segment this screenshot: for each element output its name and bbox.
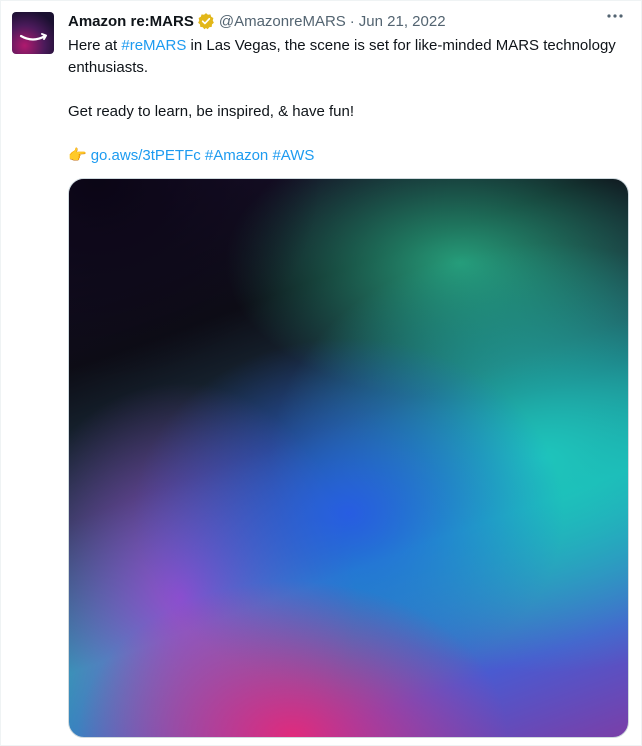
tweet-text: Here at #reMARS in Las Vegas, the scene … <box>68 35 628 167</box>
shortened-link[interactable]: go.aws/3tPETFc <box>91 147 201 164</box>
backhand-index-pointing-right-icon: 👉 <box>68 147 87 164</box>
more-options-button[interactable] <box>603 6 627 26</box>
tweet-media-image[interactable] <box>68 178 629 738</box>
hashtag-aws[interactable]: #AWS <box>272 147 314 164</box>
more-horizontal-icon <box>607 14 623 18</box>
tweet-card[interactable]: Amazon re:MARS @AmazonreMARS · Jun 21, 2… <box>0 0 642 746</box>
media-gradient-overlay <box>69 179 628 737</box>
hashtag-remars[interactable]: #reMARS <box>121 37 186 54</box>
hashtag-amazon[interactable]: #Amazon <box>205 147 268 164</box>
handle[interactable]: @AmazonreMARS <box>219 13 346 30</box>
amazon-smile-logo-icon <box>19 33 47 41</box>
verified-badge-icon[interactable] <box>197 12 215 30</box>
tweet-paragraph-2: Get ready to learn, be inspired, & have … <box>68 103 355 120</box>
separator-dot: · <box>349 12 355 30</box>
tweet-header: Amazon re:MARS @AmazonreMARS · Jun 21, 2… <box>68 10 627 32</box>
tweet-paragraph-1: Here at #reMARS in Las Vegas, the scene … <box>68 35 628 79</box>
tweet-paragraph-3: 👉 go.aws/3tPETFc #Amazon #AWS <box>68 145 628 167</box>
avatar[interactable] <box>12 12 54 54</box>
text-segment: Here at <box>68 37 122 54</box>
tweet-date[interactable]: Jun 21, 2022 <box>359 13 446 30</box>
display-name[interactable]: Amazon re:MARS <box>68 13 194 30</box>
